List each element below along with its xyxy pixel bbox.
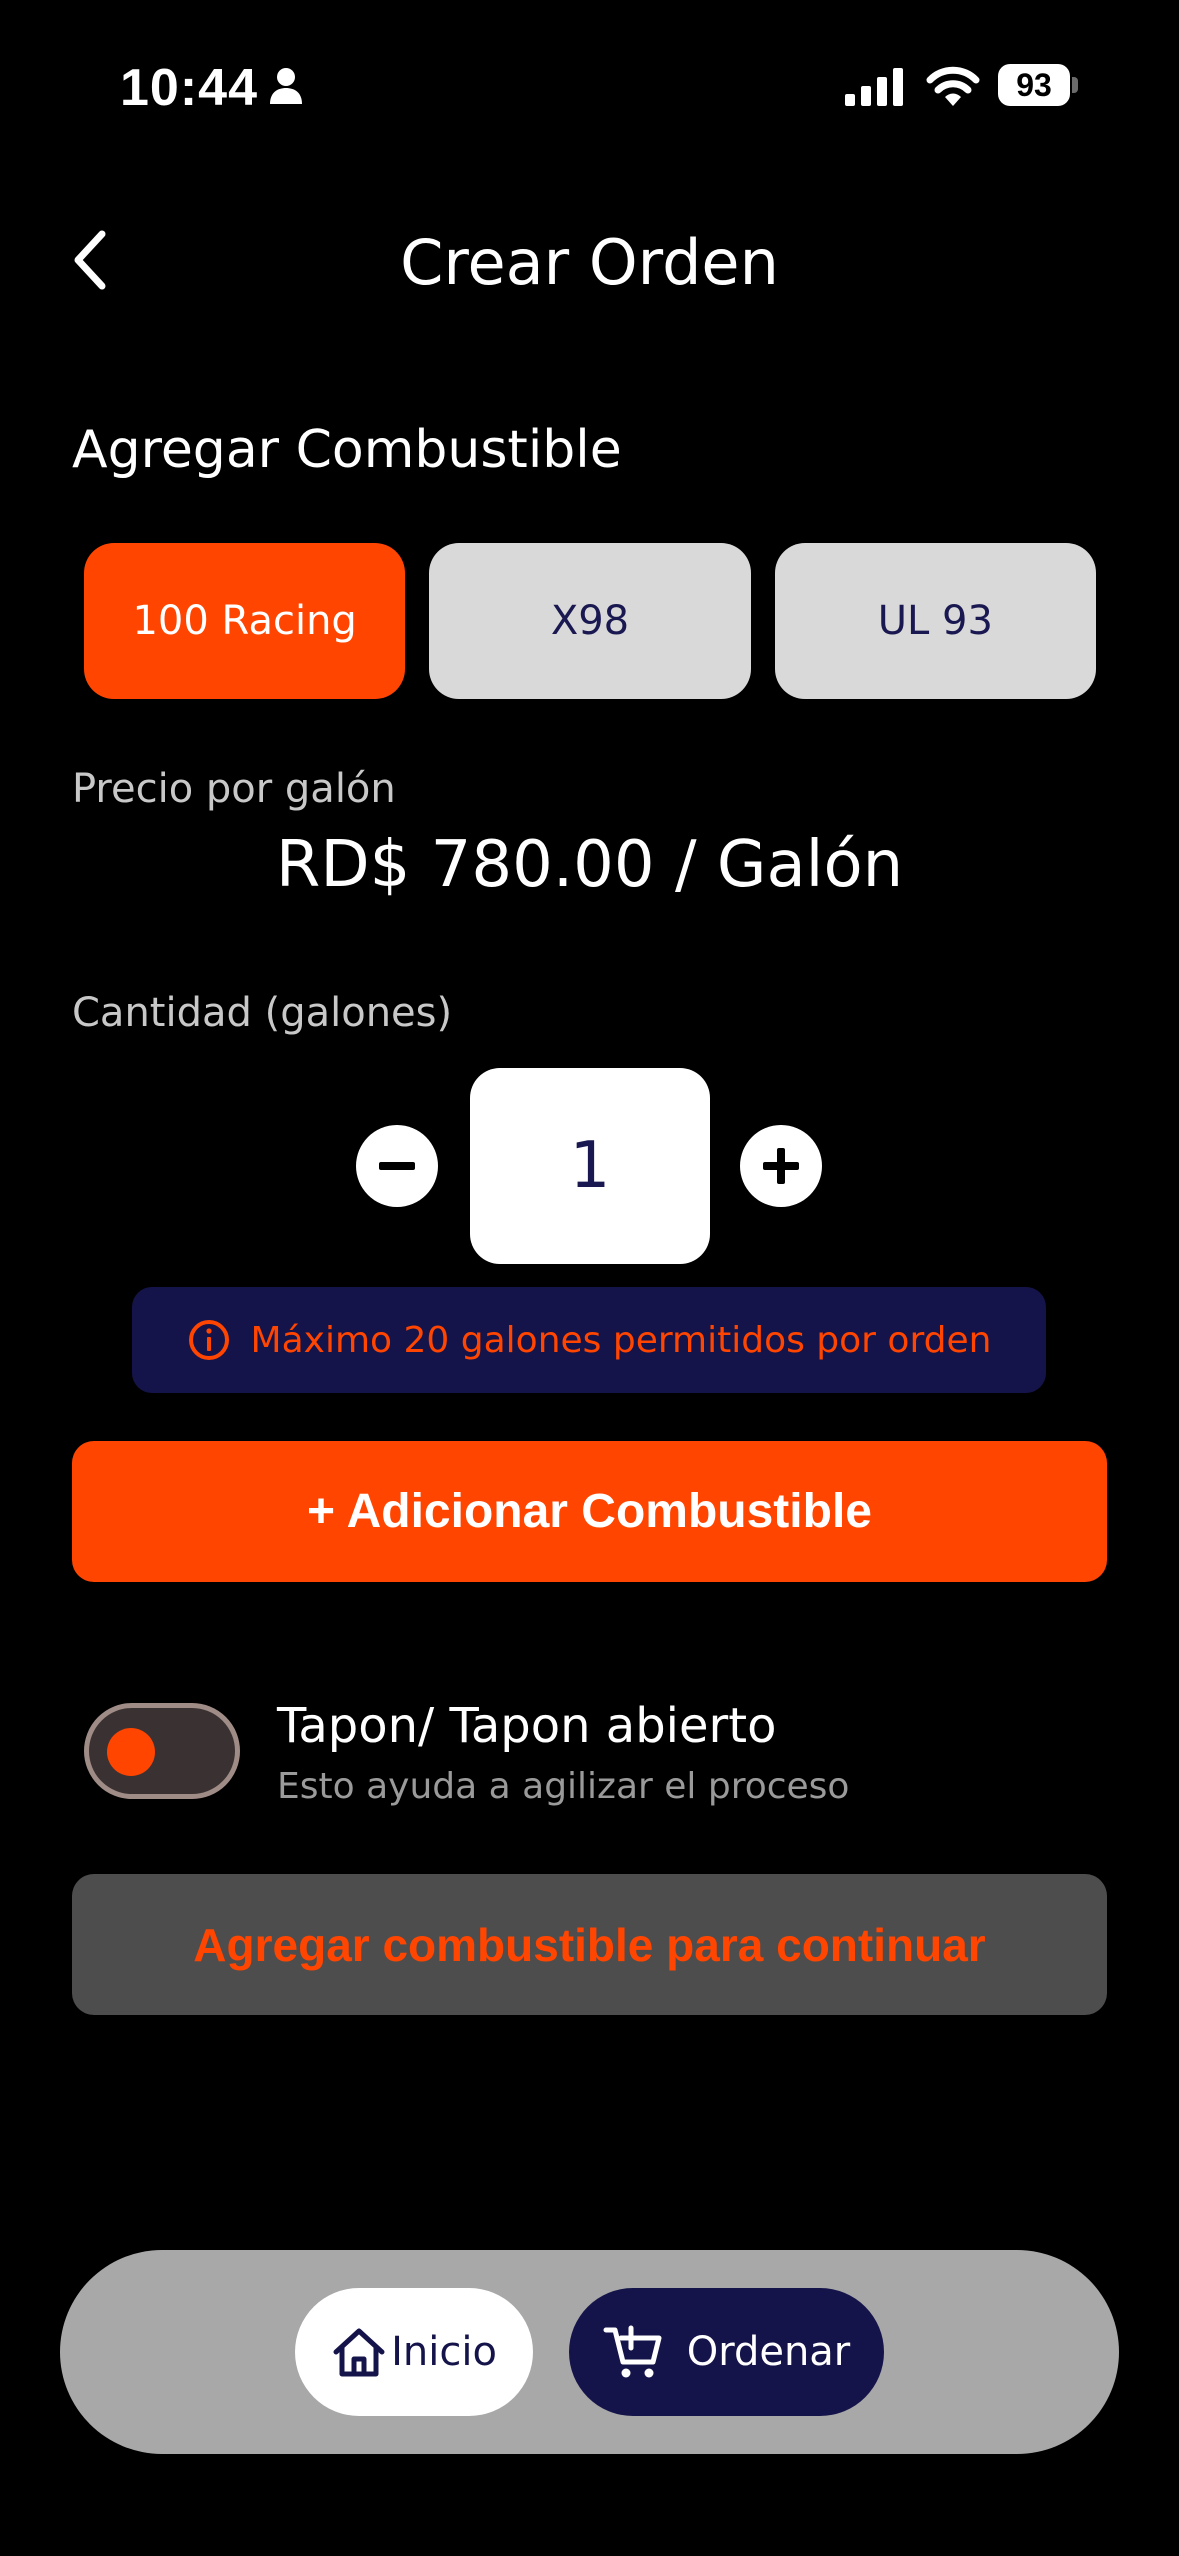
toggle-knob [107,1728,155,1776]
fuel-option-ul-93[interactable]: UL 93 [774,543,1096,699]
add-fuel-button[interactable]: + Adicionar Combustible [72,1441,1107,1582]
fuel-option-100-racing[interactable]: 100 Racing [84,543,406,699]
fuel-options: 100 Racing X98 UL 93 [84,543,1096,699]
toggle-subtitle: Esto ayuda a agilizar el proceso [277,1766,850,1807]
max-notice-text: Máximo 20 galones permitidos por orden [250,1319,992,1361]
status-time: 10:44 [120,59,258,117]
battery-icon: 93 [998,64,1078,106]
toggle-title: Tapon/ Tapon abierto [277,1698,777,1754]
fuel-cap-toggle[interactable] [84,1703,240,1799]
bottom-nav: Inicio Ordenar [60,2250,1119,2454]
price-label: Precio por galón [72,766,396,812]
price-value: RD$ 780.00 / Galón [275,828,904,902]
info-icon [188,1320,229,1360]
minus-icon [379,1162,415,1170]
wifi-icon [926,66,980,106]
cart-add-icon [603,2325,662,2378]
quantity-label: Cantidad (galones) [72,990,453,1036]
max-notice: Máximo 20 galones permitidos por orden [132,1287,1046,1393]
nav-order-label: Ordenar [686,2329,851,2375]
continue-button[interactable]: Agregar combustible para continuar [72,1874,1107,2015]
header: Crear Orden [0,200,1179,320]
home-icon [333,2328,385,2377]
plus-icon [763,1148,799,1184]
nav-home-label: Inicio [391,2329,497,2375]
person-icon [270,68,302,104]
quantity-input[interactable]: 1 [470,1068,710,1264]
fuel-option-x98[interactable]: X98 [429,543,751,699]
quantity-stepper: 1 [0,1068,1179,1264]
status-bar: 10:44 93 [0,0,1179,150]
increase-button[interactable] [740,1125,822,1207]
signal-icon [845,68,903,106]
decrease-button[interactable] [356,1125,438,1207]
nav-order[interactable]: Ordenar [569,2288,884,2416]
battery-level: 93 [998,64,1070,106]
section-title: Agregar Combustible [72,420,622,480]
page-title: Crear Orden [400,226,779,299]
nav-home[interactable]: Inicio [295,2288,533,2416]
